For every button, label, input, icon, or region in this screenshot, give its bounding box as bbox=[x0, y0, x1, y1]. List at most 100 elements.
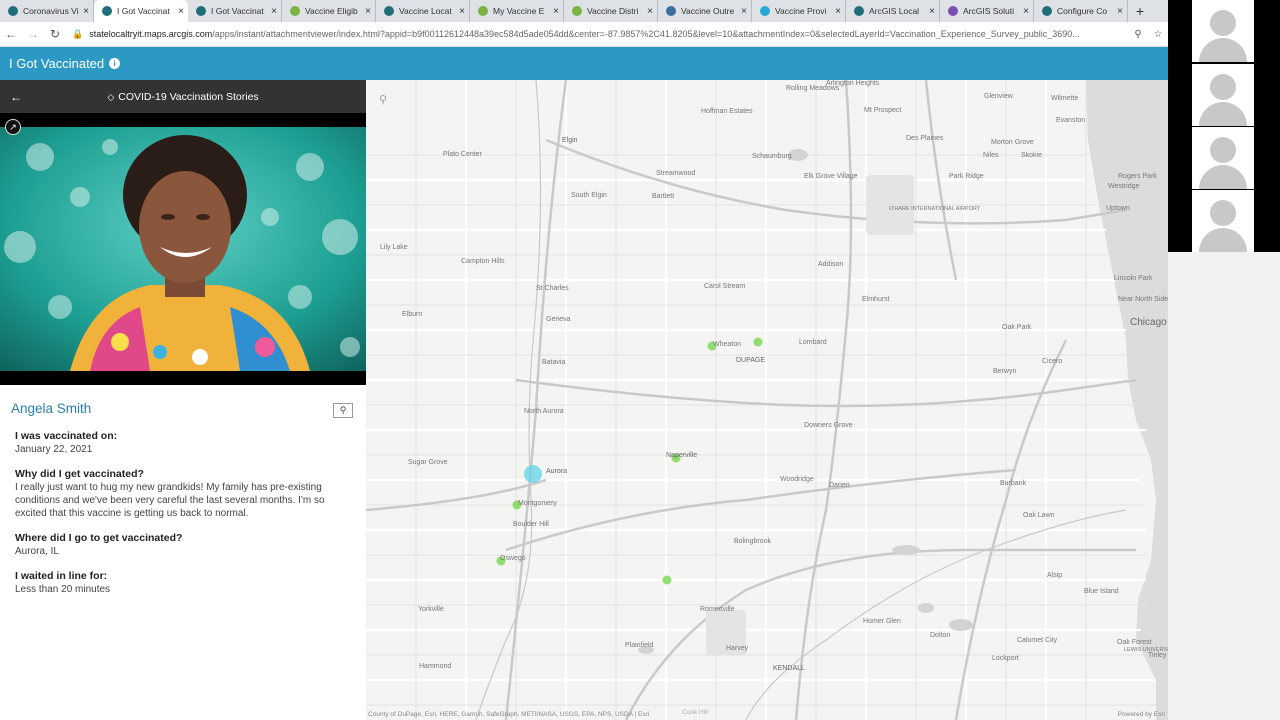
close-tab-icon[interactable]: × bbox=[365, 6, 371, 17]
place-label: Elgin bbox=[562, 137, 578, 144]
panel-title: COVID-19 Vaccination Stories bbox=[118, 90, 259, 103]
browser-tab[interactable]: Vaccine Locat × bbox=[376, 0, 470, 22]
browser-tab[interactable]: Vaccine Outre × bbox=[658, 0, 752, 22]
place-label: Dolton bbox=[930, 632, 950, 639]
scale-label: Cook Hill bbox=[682, 709, 709, 716]
place-label: Munster bbox=[366, 80, 392, 82]
field-answer: I really just want to hug my new grandki… bbox=[15, 482, 325, 519]
tab-title: Configure Co bbox=[1057, 6, 1108, 16]
close-tab-icon[interactable]: × bbox=[178, 6, 184, 17]
field-wait: I waited in line for: Less than 20 minut… bbox=[15, 570, 355, 596]
browser-tab[interactable]: Coronavirus Vi × bbox=[0, 0, 94, 22]
shield-icon bbox=[290, 6, 300, 16]
browser-tab[interactable]: Vaccine Eligib × bbox=[282, 0, 376, 22]
search-icon[interactable]: ⚲ bbox=[372, 89, 394, 109]
screen: Coronavirus Vi × I Got Vaccinat × I Got Vacc… bbox=[0, 0, 1280, 720]
place-label: Yorkville bbox=[418, 606, 444, 613]
place-label: DUPAGE bbox=[736, 357, 765, 364]
browser-address-bar: ← → ↻ 🔒 statelocaltryit.maps.arcgis.com /… bbox=[0, 22, 1168, 47]
field-question: I waited in line for: bbox=[15, 570, 108, 582]
selected-story-point[interactable] bbox=[524, 465, 542, 483]
place-label: Tinley Park bbox=[1148, 652, 1168, 659]
info-icon[interactable]: i bbox=[109, 58, 121, 69]
place-label: Park Ridge bbox=[949, 173, 984, 180]
tab-title: ArcGIS Local bbox=[869, 6, 920, 16]
close-tab-icon[interactable]: × bbox=[553, 6, 559, 17]
participant-avatar[interactable] bbox=[1192, 190, 1254, 252]
close-tab-icon[interactable]: × bbox=[1117, 6, 1123, 17]
vaccination-points[interactable] bbox=[496, 337, 763, 585]
shield-icon bbox=[572, 6, 582, 16]
story-point[interactable] bbox=[753, 337, 763, 347]
field-answer: Less than 20 minutes bbox=[15, 584, 111, 595]
browser-tab-strip: Coronavirus Vi × I Got Vaccinat × I Got Vacc… bbox=[0, 0, 1168, 22]
browser-tab[interactable]: My Vaccine E × bbox=[470, 0, 564, 22]
portrait-image bbox=[0, 127, 366, 371]
place-label: Bolingbrook bbox=[734, 538, 771, 545]
map-view[interactable]: Rolling Meadows Arlington Heights Glenview… bbox=[366, 80, 1168, 720]
place-label: Elmhurst bbox=[862, 296, 890, 303]
tab-title: Vaccine Provi bbox=[775, 6, 827, 16]
new-tab-button[interactable]: + bbox=[1128, 0, 1152, 22]
close-tab-icon[interactable]: × bbox=[929, 6, 935, 17]
story-photo[interactable]: ↗ bbox=[0, 113, 366, 385]
browser-tab[interactable]: ArcGIS Soluti × bbox=[940, 0, 1034, 22]
close-tab-icon[interactable]: × bbox=[835, 6, 841, 17]
place-label: O'HARE INTERNATIONAL AIRPORT bbox=[889, 206, 981, 212]
close-tab-icon[interactable]: × bbox=[741, 6, 747, 17]
browser-tab[interactable]: Configure Co × bbox=[1034, 0, 1128, 22]
bookmark-star-icon[interactable]: ☆ bbox=[1148, 29, 1168, 40]
field-where: Where did I go to get vaccinated? Aurora… bbox=[15, 532, 355, 558]
place-label: Elk Grove Village bbox=[804, 173, 858, 180]
place-label: South Elgin bbox=[571, 192, 607, 199]
url-host: statelocaltryit.maps.arcgis.com bbox=[89, 29, 213, 39]
place-label: Boulder Hill bbox=[513, 521, 549, 528]
browser-tab[interactable]: I Got Vaccinat × bbox=[188, 0, 282, 22]
zoom-to-icon[interactable]: ⚲ bbox=[333, 403, 353, 418]
close-tab-icon[interactable]: × bbox=[83, 6, 89, 17]
browser-tab[interactable]: ArcGIS Local × bbox=[846, 0, 940, 22]
field-answer: January 22, 2021 bbox=[15, 444, 93, 455]
layers-icon: ◇ bbox=[107, 91, 115, 102]
browser-tab[interactable]: I Got Vaccinat × bbox=[94, 0, 188, 22]
back-arrow-icon[interactable]: ← bbox=[0, 27, 22, 41]
participant-avatar[interactable] bbox=[1192, 0, 1254, 62]
place-label: Naperville bbox=[666, 452, 697, 459]
participant-avatar[interactable] bbox=[1192, 64, 1254, 126]
browser-tab[interactable]: Vaccine Provi × bbox=[752, 0, 846, 22]
browser-tab[interactable]: Vaccine Distri × bbox=[564, 0, 658, 22]
basemap[interactable]: Rolling MeadowsArlington HeightsGlenview… bbox=[366, 80, 1168, 720]
powered-by: Powered by Esri bbox=[1117, 711, 1165, 718]
zoom-icon[interactable]: ⚲ bbox=[1128, 29, 1148, 40]
place-label: Oak Forest bbox=[1117, 639, 1152, 646]
close-tab-icon[interactable]: × bbox=[647, 6, 653, 17]
close-tab-icon[interactable]: × bbox=[271, 6, 277, 17]
chart-icon bbox=[666, 6, 676, 16]
place-label: Skokie bbox=[1021, 152, 1042, 159]
place-label: Wilmette bbox=[1051, 95, 1078, 102]
place-label: Streamwood bbox=[656, 170, 695, 177]
gallery-background bbox=[1168, 252, 1280, 720]
expand-icon[interactable]: ↗ bbox=[5, 119, 21, 135]
field-answer: Aurora, IL bbox=[15, 546, 59, 557]
reload-icon[interactable]: ↻ bbox=[44, 27, 66, 41]
globe-icon bbox=[102, 6, 112, 16]
map-attribution: County of DuPage, Esri, HERE, Garmin, Sa… bbox=[368, 711, 650, 718]
place-label: Woodridge bbox=[780, 476, 814, 483]
place-label: Batavia bbox=[542, 359, 565, 366]
close-tab-icon[interactable]: × bbox=[1023, 6, 1029, 17]
url-path: /apps/instant/attachmentviewer/index.htm… bbox=[212, 29, 1080, 39]
close-tab-icon[interactable]: × bbox=[459, 6, 465, 17]
place-label: Westridge bbox=[1108, 183, 1139, 190]
app-title: I Got Vaccinated bbox=[9, 56, 105, 71]
participant-avatar[interactable] bbox=[1192, 127, 1254, 189]
url-field[interactable]: 🔒 statelocaltryit.maps.arcgis.com/apps/i… bbox=[72, 25, 1122, 44]
tab-title: Vaccine Eligib bbox=[305, 6, 358, 16]
story-point[interactable] bbox=[662, 575, 672, 585]
place-label: Homer Glen bbox=[863, 618, 901, 625]
place-label: Lockport bbox=[992, 655, 1019, 662]
place-label: Aurora bbox=[546, 468, 567, 475]
forward-arrow-icon[interactable]: → bbox=[22, 27, 44, 41]
globe-icon bbox=[854, 6, 864, 16]
back-arrow-icon[interactable]: ← bbox=[10, 90, 22, 104]
